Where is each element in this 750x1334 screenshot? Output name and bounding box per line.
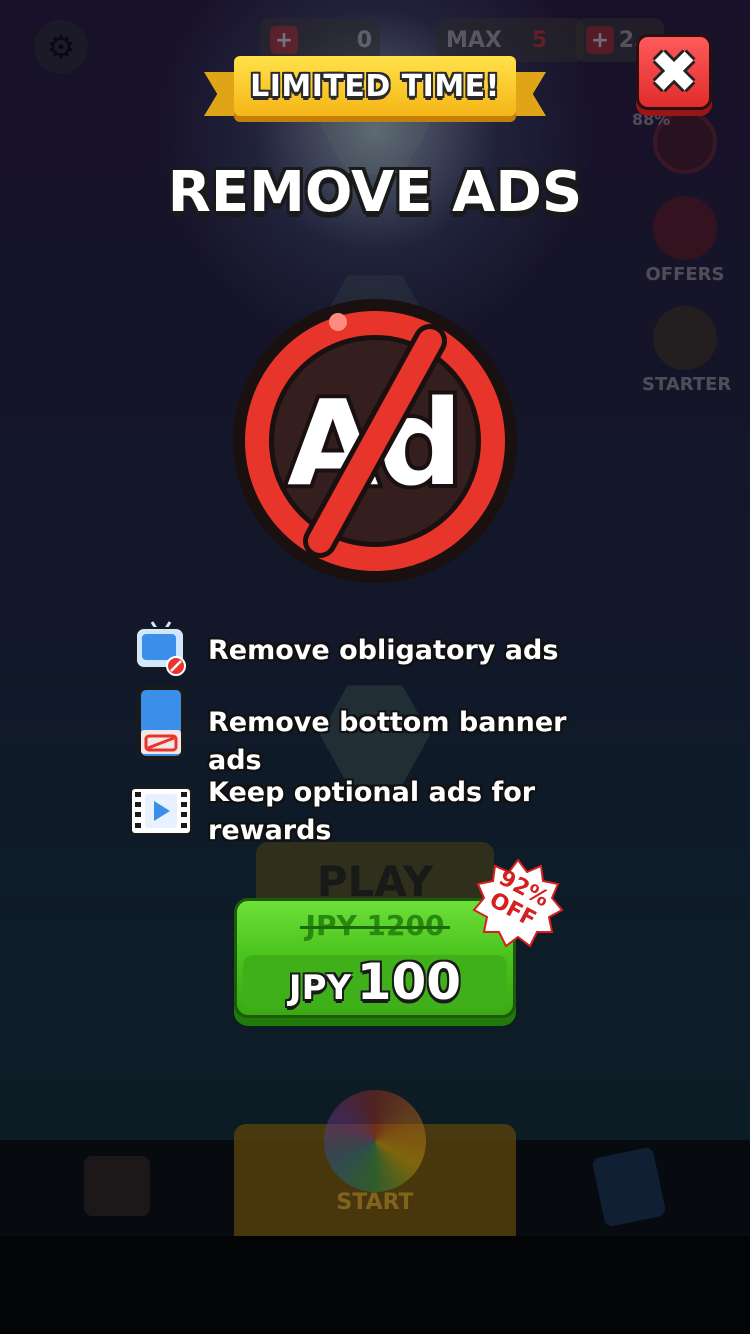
video-play-icon	[130, 787, 192, 835]
banner-plate: LIMITED TIME!	[234, 56, 516, 116]
original-price-text: JPY 1200	[299, 909, 451, 942]
banner-label: LIMITED TIME!	[250, 68, 500, 104]
no-ads-icon: Ad	[233, 299, 517, 583]
feature-item: Keep optional ads for rewards	[130, 777, 535, 846]
sale-price-currency: JPY	[288, 968, 352, 1008]
discount-badge: 92% OFF	[472, 858, 564, 950]
popup-title: REMOVE ADS	[167, 160, 583, 225]
feature-text: Remove obligatory ads	[208, 635, 559, 666]
close-icon: ✖	[649, 38, 699, 106]
close-button[interactable]: ✖	[636, 34, 712, 110]
limited-time-banner: LIMITED TIME!	[204, 56, 546, 128]
tv-no-ads-icon	[135, 621, 186, 676]
feature-item: Remove obligatory ads	[130, 618, 558, 680]
sale-price-amount: 100	[356, 953, 462, 1011]
phone-banner-icon	[137, 686, 185, 760]
feature-text: Keep optional ads for rewards	[208, 777, 536, 846]
feature-text: Remove bottom banner ads	[208, 707, 567, 776]
sale-price: JPY 100	[237, 953, 513, 1011]
feature-item: Remove bottom banner ads	[130, 684, 567, 776]
